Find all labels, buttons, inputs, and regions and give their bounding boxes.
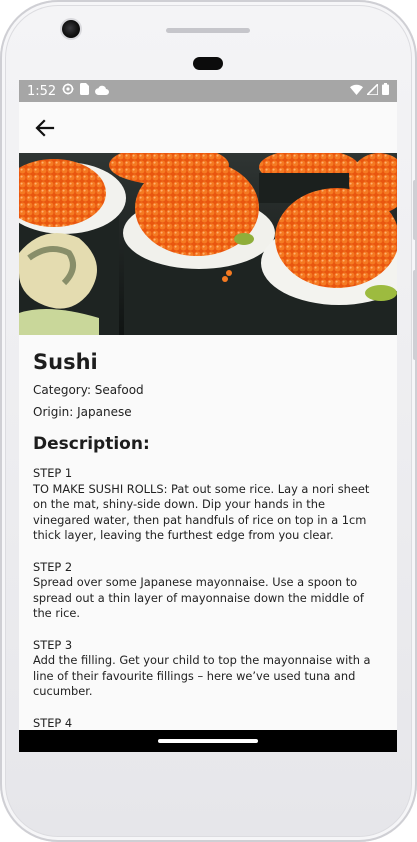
status-bar: 1:52: [19, 80, 397, 102]
arrow-back-icon: [35, 119, 55, 137]
food-name: Sushi: [33, 350, 98, 374]
proximity-sensor: [193, 57, 223, 70]
app-bar: Detail Makanan: [19, 102, 397, 153]
back-button[interactable]: [31, 114, 59, 142]
phone-frame: 1:52 Detail Makanan Sushi Category: Seaf…: [0, 0, 417, 842]
volume-button: [413, 180, 417, 240]
status-right-group: [350, 81, 389, 99]
food-origin: Origin: Japanese: [33, 405, 132, 419]
system-nav-bar: [19, 730, 397, 752]
food-category: Category: Seafood: [33, 383, 144, 397]
description-text: STEP 1 TO MAKE SUSHI ROLLS: Pat out some…: [33, 466, 371, 730]
page-title: Detail Makanan: [85, 117, 226, 136]
food-detail-content: Sushi Category: Seafood Origin: Japanese…: [33, 335, 385, 731]
home-gesture-handle[interactable]: [158, 739, 258, 743]
food-image: [19, 153, 397, 335]
signal-icon: [365, 81, 379, 99]
screen: 1:52 Detail Makanan Sushi Category: Seaf…: [19, 80, 397, 752]
sim-card-icon: [80, 83, 90, 99]
battery-icon: [382, 83, 389, 99]
cloud-icon: [95, 84, 110, 99]
status-time: 1:52: [27, 83, 57, 99]
wifi-icon: [350, 84, 363, 99]
earpiece-grille: [166, 28, 250, 33]
front-camera: [62, 20, 80, 38]
power-button: [413, 270, 417, 360]
settings-icon: [62, 83, 74, 99]
description-heading: Description:: [33, 434, 150, 454]
